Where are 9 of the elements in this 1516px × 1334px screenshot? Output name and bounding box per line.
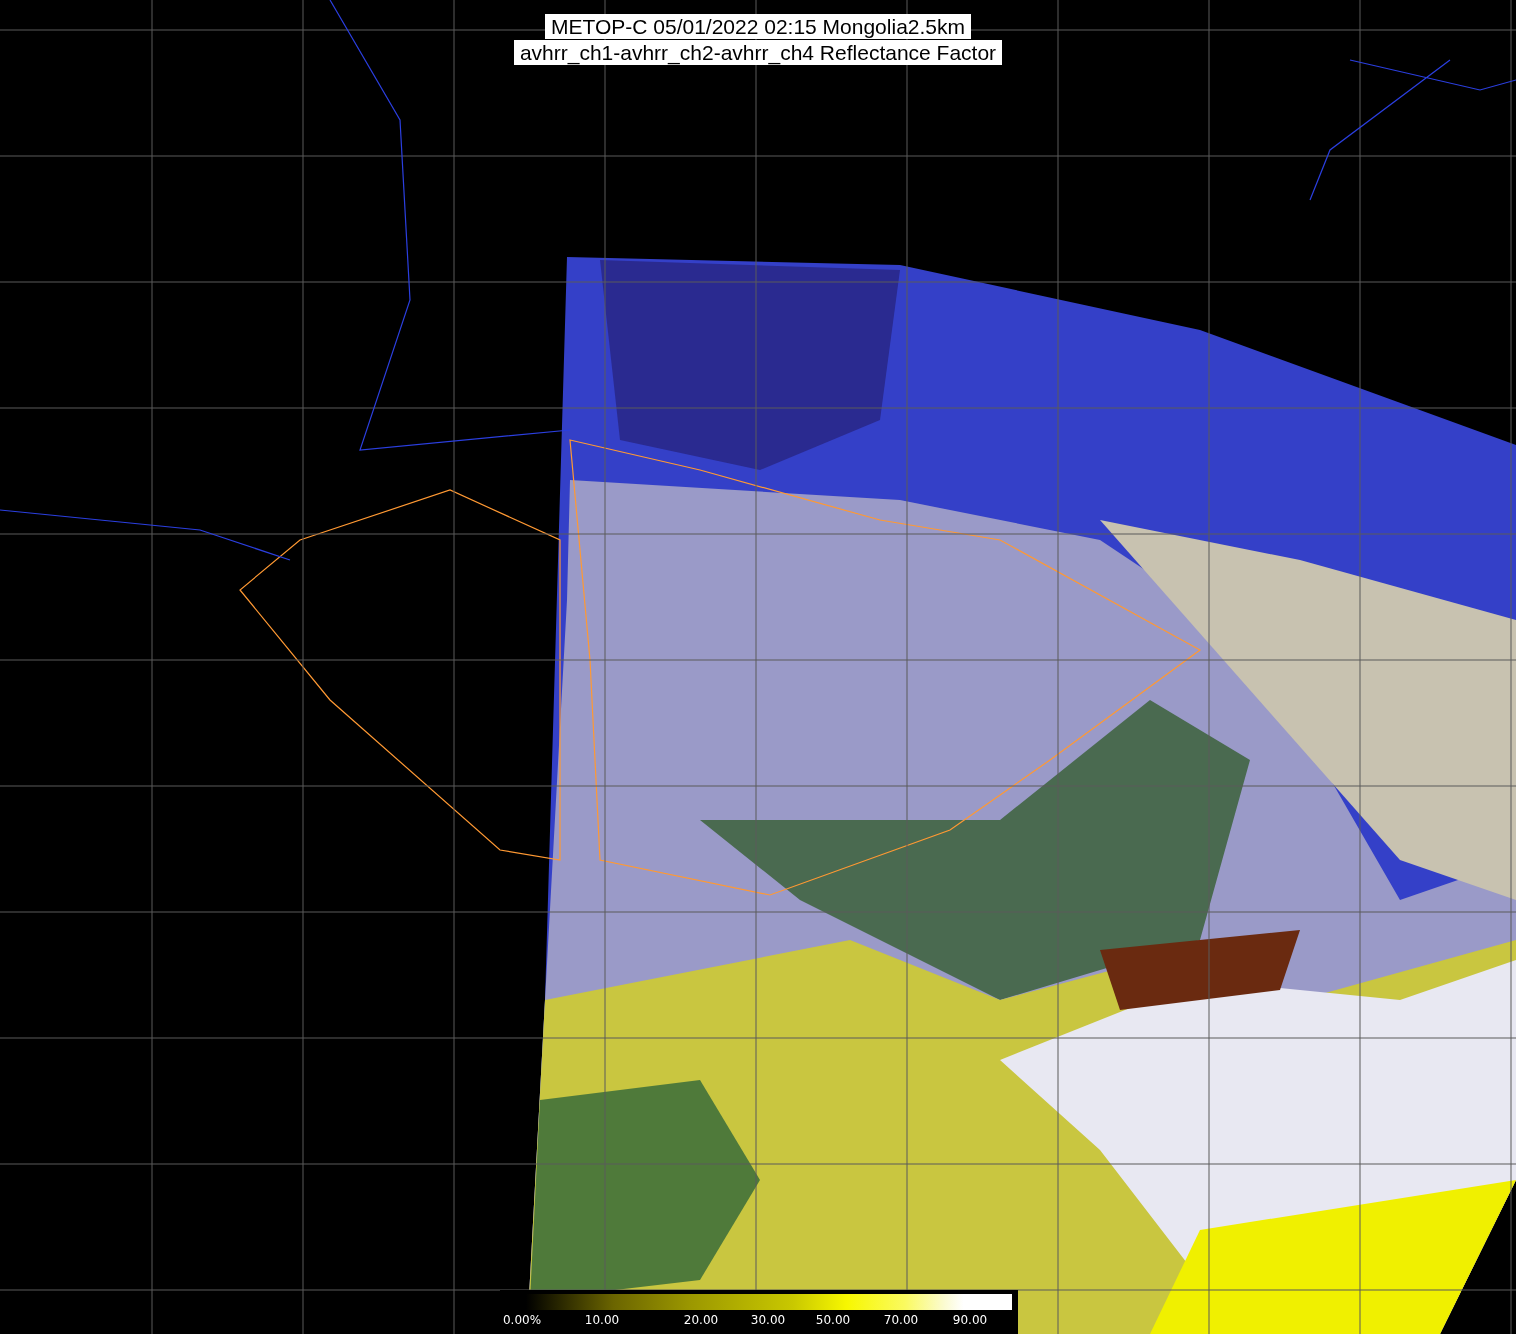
tick-label: 90.00: [952, 1313, 988, 1327]
tick-label: 30.00: [750, 1313, 786, 1327]
tick-label: 70.00: [883, 1313, 919, 1327]
tick-label: 50.00: [815, 1313, 851, 1327]
tick-label: 20.00: [683, 1313, 719, 1327]
tick-label: 0.00%: [502, 1313, 542, 1327]
image-title: METOP-C 05/01/2022 02:15 Mongolia2.5km: [545, 14, 971, 39]
tick-label: 10.00: [584, 1313, 620, 1327]
image-subtitle: avhrr_ch1-avhrr_ch2-avhrr_ch4 Reflectance Factor: [513, 40, 1003, 65]
